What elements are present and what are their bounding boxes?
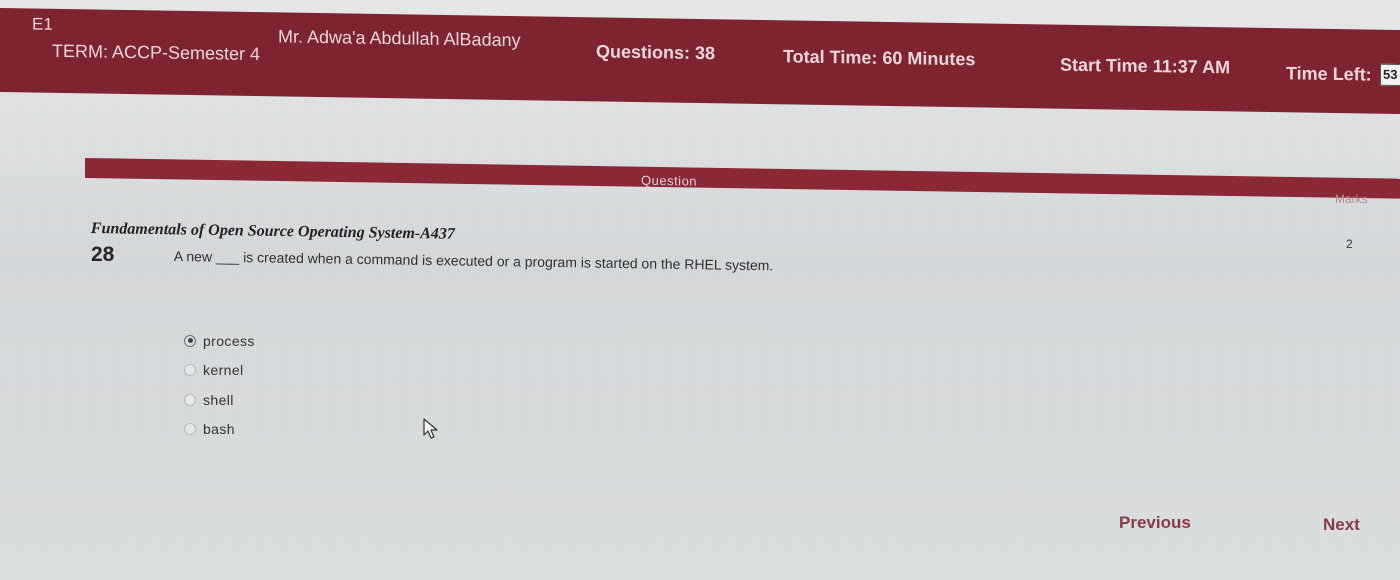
answer-option-kernel[interactable]: kernel bbox=[184, 356, 255, 386]
questions-count: Questions: 38 bbox=[596, 41, 716, 64]
next-button[interactable]: Next bbox=[1323, 515, 1360, 535]
teacher-name: Mr. Adwa'a Abdullah AlBadany bbox=[278, 26, 521, 51]
radio-button-selected[interactable] bbox=[184, 334, 196, 347]
subject-title: Fundamentals of Open Source Operating Sy… bbox=[90, 220, 455, 243]
radio-button[interactable] bbox=[184, 423, 196, 436]
radio-button[interactable] bbox=[184, 364, 196, 377]
question-header-bar: Question Marks bbox=[85, 158, 1400, 206]
question-marks: 2 bbox=[1346, 237, 1353, 251]
exam-header-bar: E1 TERM: ACCP-Semester 4 Mr. Adwa'a Abdu… bbox=[0, 8, 1400, 114]
total-time: Total Time: 60 Minutes bbox=[783, 46, 976, 70]
time-left-value: 53 bbox=[1380, 63, 1400, 87]
answer-options: process kernel shell bash bbox=[184, 326, 255, 444]
answer-option-label: kernel bbox=[203, 362, 244, 379]
answer-option-label: process bbox=[203, 332, 255, 349]
answer-option-label: shell bbox=[203, 391, 234, 408]
answer-option-shell[interactable]: shell bbox=[184, 385, 255, 415]
exam-screen: E1 TERM: ACCP-Semester 4 Mr. Adwa'a Abdu… bbox=[0, 0, 1400, 580]
previous-button[interactable]: Previous bbox=[1119, 513, 1191, 533]
mouse-cursor-icon bbox=[423, 418, 438, 439]
answer-option-label: bash bbox=[203, 421, 235, 438]
question-column-label: Question bbox=[641, 172, 698, 189]
marks-column-label: Marks bbox=[1335, 191, 1368, 207]
time-left-label: Time Left: bbox=[1286, 63, 1372, 85]
answer-option-bash[interactable]: bash bbox=[184, 415, 255, 445]
answer-option-process[interactable]: process bbox=[184, 326, 255, 356]
question-text: A new ___ is created when a command is e… bbox=[173, 248, 774, 274]
term-label: TERM: ACCP-Semester 4 bbox=[52, 40, 261, 65]
question-number: 28 bbox=[91, 243, 115, 266]
start-time: Start Time 11:37 AM bbox=[1060, 54, 1231, 78]
radio-button[interactable] bbox=[184, 393, 196, 406]
exam-code: E1 bbox=[32, 14, 53, 34]
